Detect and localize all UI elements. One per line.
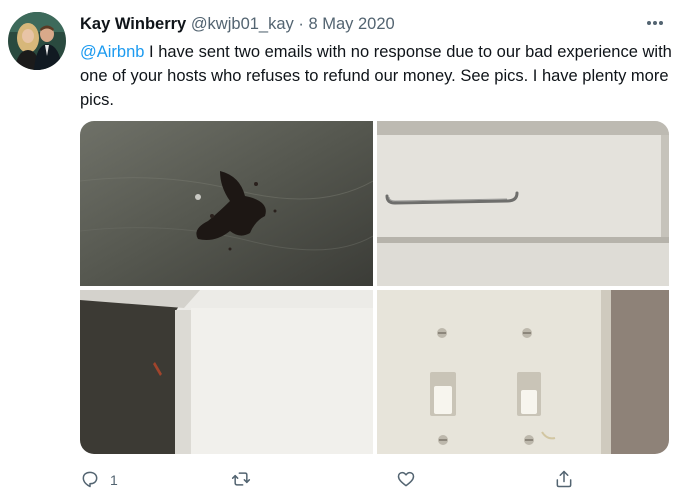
tweet-date[interactable]: 8 May 2020 — [308, 15, 394, 33]
tweet-header: Kay Winberry @kwjb01_kay · 8 May 2020 — [80, 14, 395, 34]
heart-icon — [396, 469, 416, 492]
tweet-text: @Airbnb I have sent two emails with no r… — [80, 40, 672, 112]
display-name[interactable]: Kay Winberry — [80, 15, 186, 33]
photo-switches[interactable] — [377, 290, 669, 454]
photo-corner[interactable] — [80, 290, 373, 454]
reply-count: 1 — [110, 472, 118, 488]
photo-stain[interactable] — [80, 121, 373, 286]
retweet-icon — [230, 469, 252, 492]
share-button[interactable] — [554, 466, 574, 494]
media-grid — [80, 121, 669, 454]
reply-icon — [80, 469, 100, 492]
photo-drawer[interactable] — [377, 121, 669, 286]
more-icon[interactable] — [644, 12, 666, 34]
reply-button[interactable]: 1 — [80, 466, 118, 494]
avatar[interactable] — [8, 12, 66, 70]
share-icon — [554, 469, 574, 492]
tweet-body: I have sent two emails with no response … — [80, 43, 672, 109]
separator-dot: · — [298, 15, 304, 33]
user-handle[interactable]: @kwjb01_kay — [191, 15, 294, 33]
retweet-button[interactable] — [230, 466, 252, 494]
like-button[interactable] — [396, 466, 416, 494]
avatar-image — [8, 12, 66, 70]
mention-link[interactable]: @Airbnb — [80, 43, 144, 61]
action-bar: 1 — [80, 466, 600, 494]
